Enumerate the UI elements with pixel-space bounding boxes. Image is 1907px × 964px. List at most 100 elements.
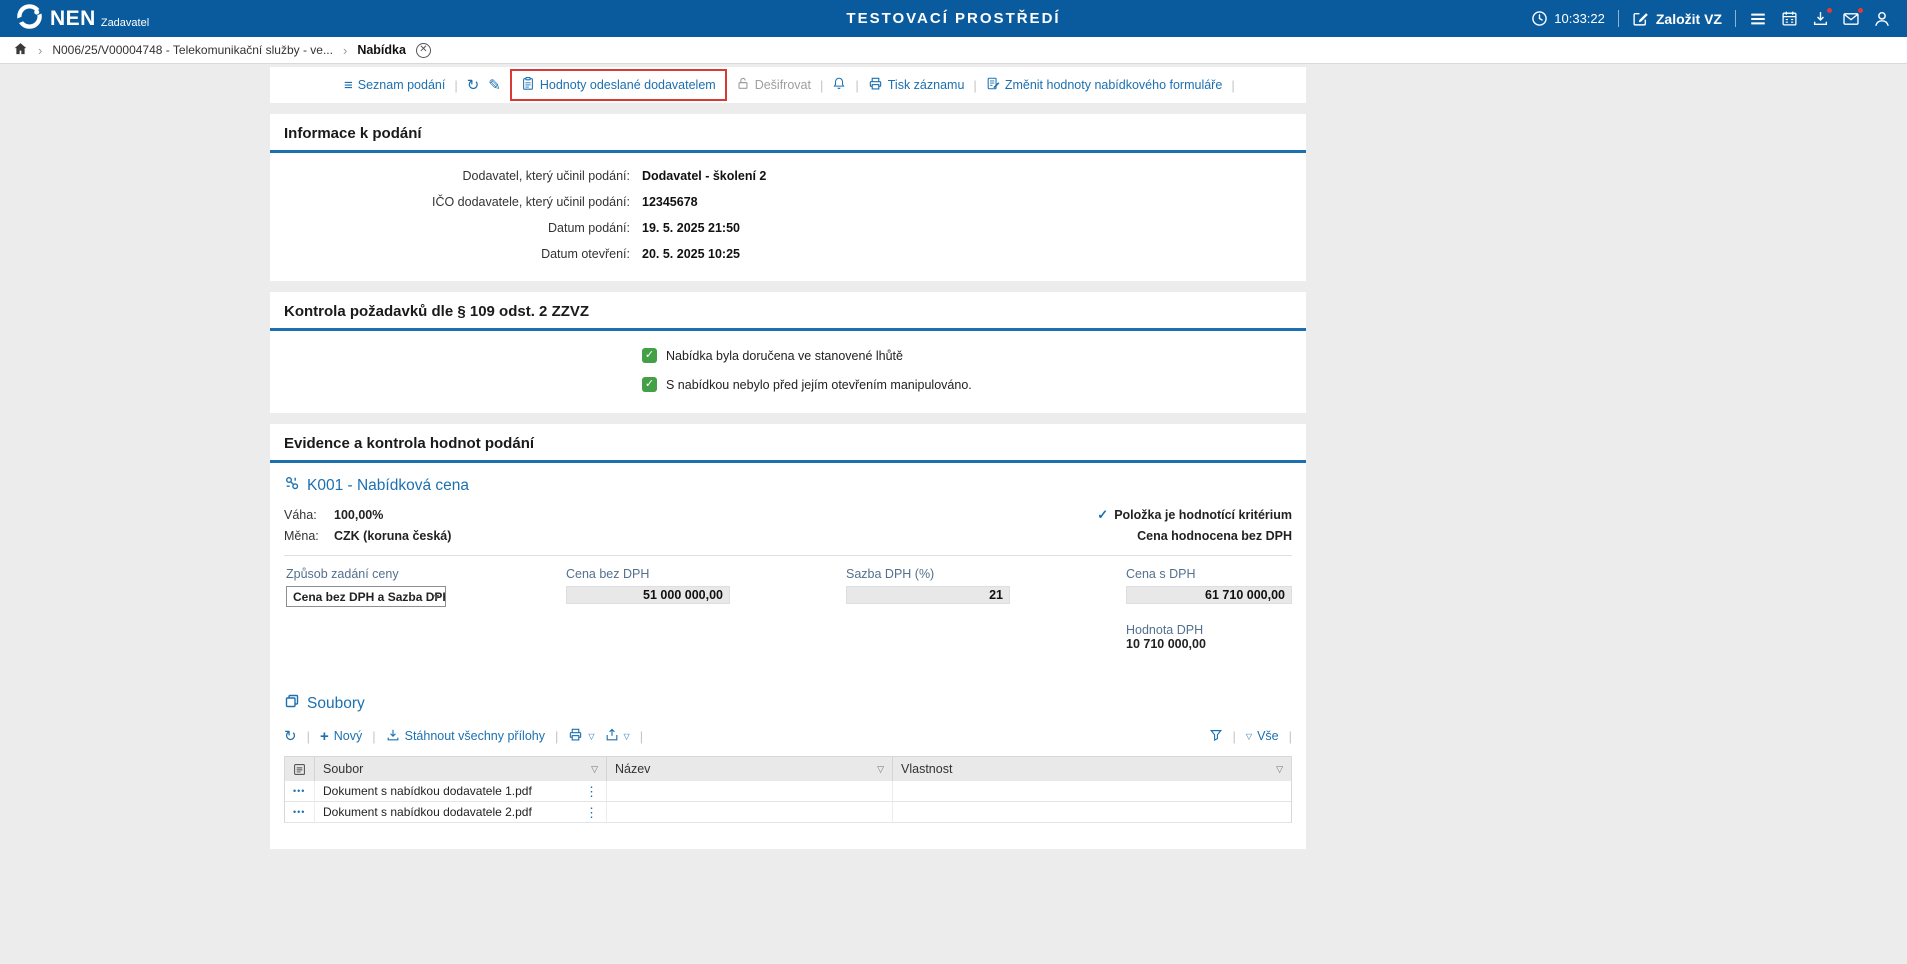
check-icon: ✓: [1097, 507, 1108, 523]
price-inc-vat-input[interactable]: [1126, 586, 1292, 604]
breadcrumb: › N006/25/V00004748 - Telekomunikační sl…: [0, 37, 1907, 64]
vat-amount-field: Hodnota DPH 10 710 000,00: [1126, 623, 1292, 651]
close-tab-icon[interactable]: ✕: [416, 43, 431, 58]
table-row[interactable]: ••• Dokument s nabídkou dodavatele 1.pdf…: [285, 781, 1291, 802]
row-menu-cell: •••: [285, 781, 315, 802]
check-ok-icon: ✓: [642, 348, 657, 363]
brand-name: NEN: [50, 8, 96, 29]
table-row[interactable]: ••• Dokument s nabídkou dodavatele 2.pdf…: [285, 802, 1291, 823]
name-cell: [607, 802, 893, 823]
column-header-nazev[interactable]: Název▽: [607, 757, 893, 781]
field-row: Dodavatel, který učinil podání: Dodavate…: [270, 163, 1306, 189]
field-label: Hodnota DPH: [1126, 623, 1292, 637]
supplier-values-button[interactable]: Hodnoty odeslané dodavatelem: [521, 76, 716, 94]
name-cell: [607, 781, 893, 802]
export-button[interactable]: ▽: [605, 728, 630, 745]
vat-rate-field: Sazba DPH (%): [846, 567, 1126, 651]
check-ok-icon: ✓: [642, 377, 657, 392]
lock-icon: [736, 76, 750, 94]
environment-title: TESTOVACÍ PROSTŘEDÍ: [846, 10, 1060, 27]
calendar-icon[interactable]: [1780, 10, 1798, 28]
weight-label: Váha:: [284, 508, 334, 522]
field-label: Způsob zadání ceny: [286, 567, 566, 581]
price-ex-vat-input[interactable]: [566, 586, 730, 604]
field-label: Datum podání:: [270, 221, 630, 235]
view-all-button[interactable]: ▽ Vše: [1246, 729, 1279, 743]
vat-amount-value: 10 710 000,00: [1126, 637, 1292, 651]
mail-icon[interactable]: [1842, 10, 1860, 28]
section-title: Kontrola požadavků dle § 109 odst. 2 ZZV…: [270, 292, 1306, 331]
user-icon[interactable]: [1873, 10, 1891, 28]
plus-icon: +: [320, 728, 329, 745]
currency-value: CZK (koruna česká): [334, 529, 451, 543]
field-label: Dodavatel, který učinil podání:: [270, 169, 630, 183]
select-column-header[interactable]: [285, 757, 315, 781]
price-inc-vat-field: Cena s DPH Hodnota DPH 10 710 000,00: [1126, 567, 1292, 651]
field-row: IČO dodavatele, který učinil podání: 123…: [270, 189, 1306, 215]
weight-value: 100,00%: [334, 508, 383, 522]
chevron-icon: ›: [343, 43, 347, 58]
field-label: IČO dodavatele, který učinil podání:: [270, 195, 630, 209]
section-requirements-check: Kontrola požadavků dle § 109 odst. 2 ZZV…: [270, 292, 1306, 413]
downloads-icon[interactable]: [1811, 10, 1829, 28]
price-ex-vat-field: Cena bez DPH: [566, 567, 846, 651]
download-all-button[interactable]: Stáhnout všechny přílohy: [386, 728, 545, 745]
field-label: Datum otevření:: [270, 247, 630, 261]
breadcrumb-current: Nabídka: [357, 43, 406, 57]
change-form-values-button[interactable]: Změnit hodnoty nabídkového formuláře: [986, 76, 1223, 94]
field-value: 20. 5. 2025 10:25: [642, 247, 740, 261]
brand-role: Zadavatel: [101, 17, 149, 29]
submissions-list-button[interactable]: ≡ Seznam podání: [344, 78, 445, 93]
filter-caret-icon[interactable]: ▽: [591, 764, 598, 775]
column-header-vlastnost[interactable]: Vlastnost▽: [893, 757, 1291, 781]
brand[interactable]: NEN Zadavatel: [16, 3, 149, 35]
print-files-button[interactable]: ▽: [568, 727, 594, 745]
divider: |: [820, 78, 823, 93]
divider: |: [454, 78, 457, 93]
field-row: Datum otevření: 20. 5. 2025 10:25: [270, 241, 1306, 267]
create-vz-button[interactable]: Založit VZ: [1632, 10, 1722, 28]
time-value: 10:33:22: [1554, 11, 1605, 26]
column-header-soubor[interactable]: Soubor▽: [315, 757, 607, 781]
edit-button[interactable]: ✎: [488, 78, 501, 93]
chevron-icon: ›: [38, 43, 42, 58]
files-toolbar: ↻ | + Nový | Stáhnout všechny přílohy | …: [270, 722, 1306, 752]
new-file-button[interactable]: + Nový: [320, 728, 362, 745]
divider: |: [640, 729, 643, 744]
files-section-title: Soubory: [270, 681, 1306, 722]
filter-button[interactable]: [1209, 728, 1223, 745]
file-name[interactable]: Dokument s nabídkou dodavatele 2.pdf: [323, 805, 532, 819]
print-record-button[interactable]: Tisk záznamu: [868, 76, 965, 94]
refresh-icon: ↻: [467, 78, 480, 93]
menu-icon[interactable]: [1749, 10, 1767, 28]
refresh-button[interactable]: ↻: [467, 78, 480, 93]
files-refresh-button[interactable]: ↻: [284, 729, 297, 744]
files-icon: [284, 693, 300, 714]
currency-row: Měna: CZK (koruna česká) Cena hodnocena …: [270, 526, 1306, 546]
filter-caret-icon[interactable]: ▽: [1276, 764, 1283, 775]
chevron-down-icon: ▽: [1246, 732, 1252, 741]
row-menu-icon[interactable]: •••: [293, 807, 305, 817]
vat-rate-input[interactable]: [846, 586, 1010, 604]
price-entry-mode-select[interactable]: Cena bez DPH a Sazba DPH ▼: [286, 586, 446, 607]
row-menu-icon[interactable]: •••: [293, 786, 305, 796]
home-icon[interactable]: [13, 41, 28, 59]
divider: |: [307, 729, 310, 744]
divider: |: [1233, 729, 1236, 744]
breadcrumb-contract-link[interactable]: N006/25/V00004748 - Telekomunikační služ…: [52, 43, 333, 57]
notifications-button[interactable]: [832, 76, 846, 94]
chevron-down-icon: ▽: [624, 732, 630, 741]
criterion-icon: [284, 475, 300, 496]
topbar: NEN Zadavatel TESTOVACÍ PROSTŘEDÍ 10:33:…: [0, 0, 1907, 37]
cell-menu-icon[interactable]: ⋮: [585, 806, 598, 819]
clock-icon: [1530, 10, 1548, 28]
divider: |: [973, 78, 976, 93]
file-cell: Dokument s nabídkou dodavatele 2.pdf ⋮: [315, 802, 607, 823]
record-toolbar: ≡ Seznam podání | ↻ ✎ Hodnoty odeslané d…: [270, 67, 1306, 103]
form-edit-icon: [986, 76, 1000, 94]
check-text: Nabídka byla doručena ve stanovené lhůtě: [666, 349, 903, 363]
files-table: Soubor▽ Název▽ Vlastnost▽ ••• Dokument s…: [284, 756, 1292, 823]
filter-caret-icon[interactable]: ▽: [877, 764, 884, 775]
cell-menu-icon[interactable]: ⋮: [585, 785, 598, 798]
file-name[interactable]: Dokument s nabídkou dodavatele 1.pdf: [323, 784, 532, 798]
